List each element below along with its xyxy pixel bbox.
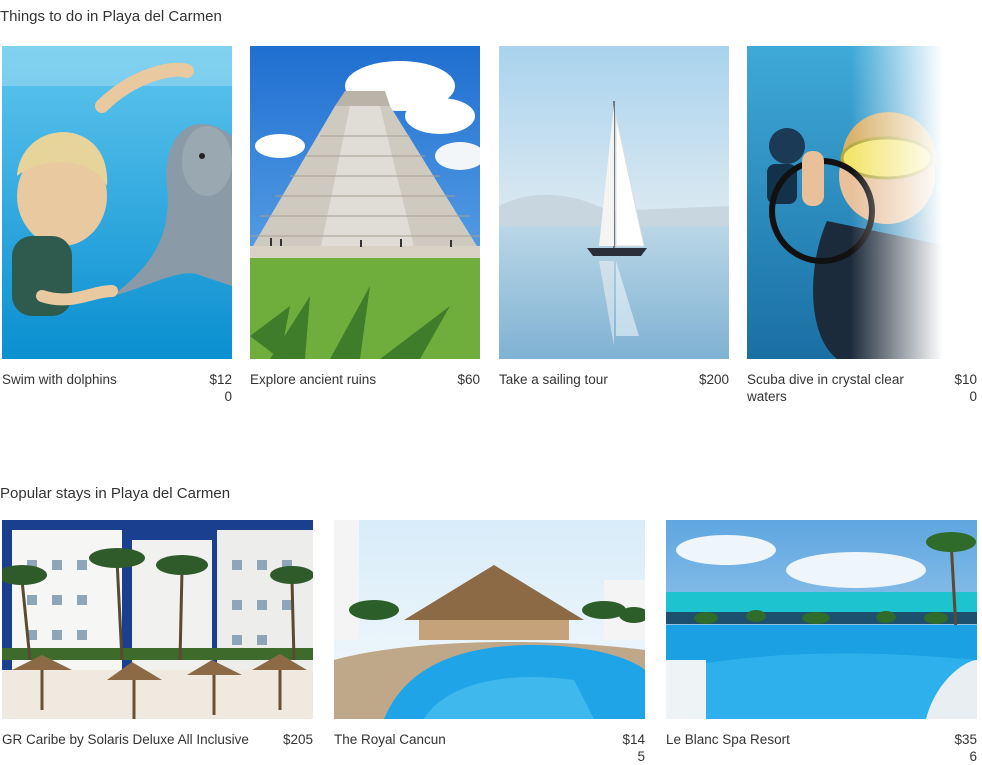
hotel-beach-photo[interactable]: [2, 520, 313, 719]
dolphin-swim-photo[interactable]: [2, 46, 232, 359]
stay-price: $356: [954, 732, 977, 764]
stay-card-le-blanc[interactable]: Le Blanc Spa Resort $356: [666, 520, 977, 765]
activity-meta: Swim with dolphins $120: [2, 371, 232, 405]
activity-price: $100: [954, 372, 977, 404]
stay-name[interactable]: GR Caribe by Solaris Deluxe All Inclusiv…: [2, 731, 257, 748]
stay-price: $145: [622, 732, 645, 764]
things-to-do-row: Swim with dolphins $120 Explore ancient …: [2, 46, 977, 405]
sailboat-photo[interactable]: [499, 46, 729, 359]
activity-meta: Scuba dive in crystal clear waters $100: [747, 371, 977, 405]
activity-meta: Take a sailing tour $200: [499, 371, 729, 388]
activity-name[interactable]: Swim with dolphins: [2, 371, 125, 405]
stay-meta: Le Blanc Spa Resort $356: [666, 731, 977, 765]
stay-card-royal-cancun[interactable]: The Royal Cancun $145: [334, 520, 645, 765]
activity-price: $200: [698, 372, 729, 387]
activity-name[interactable]: Scuba dive in crystal clear waters: [747, 371, 948, 405]
stay-name[interactable]: The Royal Cancun: [334, 731, 454, 765]
activity-name[interactable]: Explore ancient ruins: [250, 371, 384, 388]
activity-price: $120: [209, 372, 232, 404]
activity-card-scuba[interactable]: Scuba dive in crystal clear waters $100: [747, 46, 977, 405]
activity-name[interactable]: Take a sailing tour: [499, 371, 616, 388]
stay-meta: GR Caribe by Solaris Deluxe All Inclusiv…: [2, 731, 313, 748]
activity-price: $60: [457, 372, 480, 387]
pyramid-photo[interactable]: [250, 46, 480, 359]
activity-card-ruins[interactable]: Explore ancient ruins $60: [250, 46, 480, 405]
scuba-diver-photo[interactable]: [747, 46, 977, 359]
popular-stays-title: Popular stays in Playa del Carmen: [0, 485, 231, 502]
stay-card-gr-caribe[interactable]: GR Caribe by Solaris Deluxe All Inclusiv…: [2, 520, 313, 765]
infinity-pool-photo[interactable]: [666, 520, 977, 719]
things-to-do-title: Things to do in Playa del Carmen: [0, 8, 222, 25]
stay-name[interactable]: Le Blanc Spa Resort: [666, 731, 798, 765]
stay-meta: The Royal Cancun $145: [334, 731, 645, 765]
stay-price: $205: [282, 732, 313, 747]
activity-card-sailing[interactable]: Take a sailing tour $200: [499, 46, 729, 405]
resort-pool-photo[interactable]: [334, 520, 645, 719]
popular-stays-row: GR Caribe by Solaris Deluxe All Inclusiv…: [2, 520, 977, 765]
activity-card-dolphins[interactable]: Swim with dolphins $120: [2, 46, 232, 405]
activity-meta: Explore ancient ruins $60: [250, 371, 480, 388]
